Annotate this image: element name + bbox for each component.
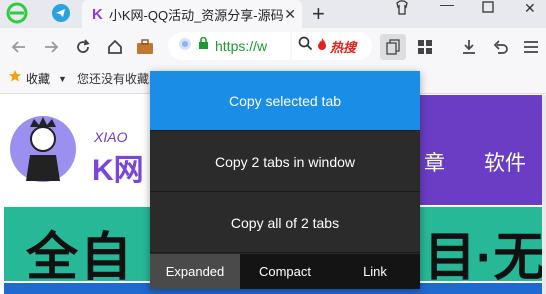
tab-title: 小K网-QQ活动_资源分享-源码	[108, 7, 284, 23]
copy-tabs-in-window-button[interactable]: Copy 2 tabs in window	[150, 132, 420, 192]
toolbar: https://w 热搜	[0, 28, 546, 64]
menu-icon[interactable]	[520, 36, 542, 58]
tab-compact[interactable]: Compact	[240, 254, 330, 289]
tab-expanded[interactable]: Expanded	[150, 254, 240, 289]
banner-right-text: 目·无	[424, 229, 542, 281]
extension-shirt-icon[interactable]	[394, 0, 410, 16]
minimize-button[interactable]: —	[440, 0, 454, 12]
logo-big-text: K网	[92, 154, 144, 187]
nav-item-software[interactable]: 软件	[484, 147, 526, 177]
king-card-icon	[10, 116, 76, 182]
copy-selected-tab-button[interactable]: Copy selected tab	[150, 71, 420, 131]
search-icon[interactable]	[298, 36, 313, 56]
star-icon[interactable]	[8, 69, 22, 88]
tab-strip: K 小K网-QQ活动_资源分享-源码 ✕ + — ✕	[0, 0, 546, 28]
browser-logo-icon[interactable]	[6, 2, 28, 24]
logo-small-text: XIAO	[94, 129, 128, 145]
back-button[interactable]	[8, 36, 30, 58]
nav-item-article[interactable]: 章	[424, 147, 445, 177]
format-tabs: Expanded Compact Link	[150, 254, 420, 289]
pinned-tab-telegram-icon[interactable]	[50, 2, 72, 24]
bookmarks-label[interactable]: 收藏	[26, 70, 50, 87]
home-button[interactable]	[104, 36, 126, 58]
apps-grid-icon[interactable]	[414, 36, 436, 58]
tab-link[interactable]: Link	[330, 254, 420, 289]
hot-search-label[interactable]: 热搜	[330, 37, 356, 56]
bookmarks-empty-hint: 您还没有收藏	[76, 72, 149, 86]
browser-window: K 小K网-QQ活动_资源分享-源码 ✕ + — ✕ https://w 热搜 …	[0, 0, 546, 294]
forward-button[interactable]	[40, 36, 62, 58]
banner-left-text: 全自	[26, 229, 135, 281]
copy-all-tabs-button[interactable]: Copy all of 2 tabs	[150, 193, 420, 253]
copy-tabs-popup: Copy selected tab Copy 2 tabs in window …	[150, 71, 420, 289]
site-favicon-icon: K	[92, 5, 103, 23]
scrollbar[interactable]	[542, 95, 546, 294]
flame-icon	[317, 37, 327, 55]
new-tab-button[interactable]: +	[312, 1, 325, 27]
briefcase-icon[interactable]	[134, 36, 156, 58]
tab-active[interactable]: K 小K网-QQ活动_资源分享-源码 ✕	[82, 0, 302, 28]
window-close-button[interactable]: ✕	[524, 0, 536, 16]
undo-icon[interactable]	[490, 36, 512, 58]
address-bar[interactable]: https://w	[168, 32, 290, 60]
chevron-down-icon[interactable]: ▼	[58, 74, 67, 84]
copy-tabs-extension-button[interactable]	[380, 34, 406, 60]
site-identity-icon[interactable]	[178, 37, 192, 56]
reload-button[interactable]	[72, 36, 94, 58]
url-text[interactable]: https://w	[215, 38, 275, 54]
lock-icon	[198, 36, 209, 55]
close-tab-icon[interactable]: ✕	[284, 6, 296, 23]
site-logo[interactable]: XIAO K网	[8, 109, 148, 199]
search-box[interactable]: 热搜	[292, 32, 372, 60]
maximize-button[interactable]	[482, 0, 494, 16]
download-icon[interactable]	[458, 36, 480, 58]
